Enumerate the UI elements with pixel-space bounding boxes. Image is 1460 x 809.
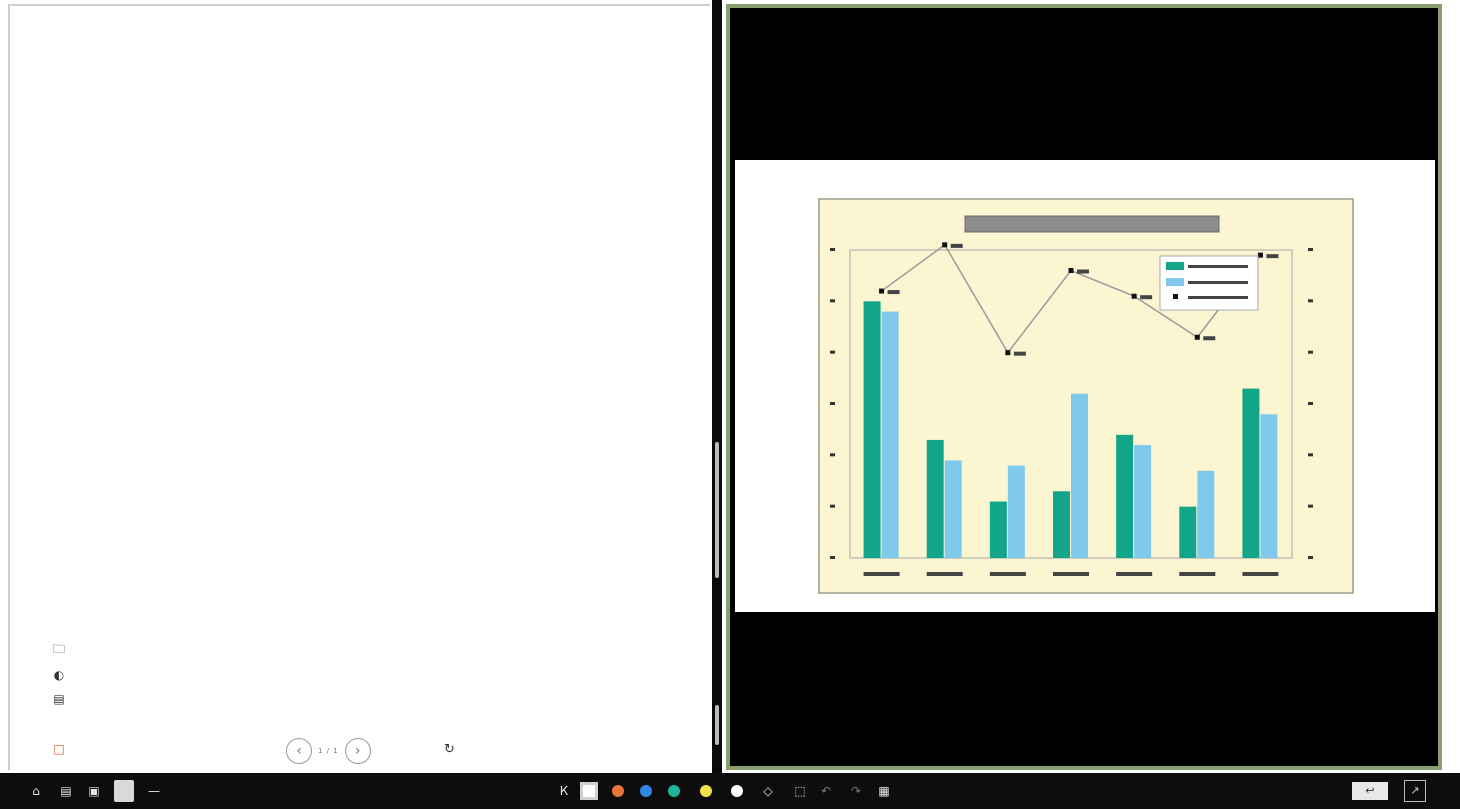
document-icon[interactable] — [114, 780, 134, 802]
legend-label-series3 — [1188, 296, 1248, 299]
bar-series1 — [863, 301, 881, 558]
bar-series1 — [1242, 388, 1260, 558]
fullscreen-icon[interactable]: ↗ — [1404, 780, 1426, 802]
line-point — [1068, 268, 1074, 274]
x-tick-label — [926, 572, 963, 576]
split-divider[interactable] — [712, 0, 722, 773]
color-white[interactable] — [731, 785, 743, 797]
divider-handle-lower[interactable] — [715, 705, 719, 745]
y-tick-label-left — [830, 402, 835, 405]
whiteboard-canvas[interactable]: 🗀 ◐ ▤ □ ‹ 1 / 1 › ↻ — [8, 4, 710, 770]
line-point — [1194, 334, 1200, 340]
data-label — [950, 243, 963, 248]
chart-frame — [818, 198, 1354, 594]
y-tick-label-right — [1308, 402, 1313, 405]
legend-swatch-series3 — [1173, 294, 1178, 299]
next-page-button[interactable]: › — [344, 738, 371, 764]
data-label — [1013, 351, 1026, 356]
divider-handle[interactable] — [715, 442, 719, 578]
y-tick-label-left — [830, 453, 835, 457]
bar-series1 — [1179, 506, 1197, 558]
x-tick-label — [863, 572, 900, 576]
y-tick-label-right — [1308, 453, 1313, 457]
data-label — [1266, 254, 1279, 259]
x-tick-label — [1179, 572, 1216, 576]
x-tick-label — [1242, 572, 1279, 576]
palette-icon[interactable]: ◐ — [52, 668, 66, 682]
bar-series1 — [989, 501, 1007, 558]
save-icon[interactable]: ▤ — [52, 692, 66, 706]
bar-series2 — [944, 460, 962, 558]
x-tick-label — [1053, 572, 1089, 576]
bar-series2 — [1071, 393, 1088, 558]
y-tick-label-right — [1308, 248, 1313, 251]
chevron-right-icon: › — [354, 743, 361, 759]
rotate-icon[interactable]: ↻ — [444, 742, 460, 758]
data-label — [1140, 295, 1153, 300]
y-tick-label-left — [830, 504, 835, 508]
square-icon[interactable] — [580, 782, 598, 800]
y-tick-label-right — [1308, 556, 1313, 559]
document-viewer — [726, 4, 1442, 770]
delete-icon[interactable]: ▦ — [876, 783, 892, 799]
page-indicator: 1 / 1 — [318, 747, 339, 755]
app-window: 🗀 ◐ ▤ □ ‹ 1 / 1 › ↻ ⌂ ▤ ▣ — К ◇ ⬚ ↶ ↷ ▦ … — [0, 0, 1460, 809]
prev-page-button[interactable]: ‹ — [286, 738, 312, 764]
y-tick-label-left — [830, 248, 835, 251]
line-point — [1257, 252, 1263, 258]
minus-icon[interactable]: — — [146, 783, 162, 799]
slide-page — [735, 160, 1435, 612]
bar-series1 — [926, 439, 944, 558]
legend-label-series2 — [1188, 281, 1248, 284]
line-point — [1005, 350, 1011, 356]
x-tick-label — [989, 572, 1026, 576]
color-blue[interactable] — [640, 785, 652, 797]
bar-series2 — [1197, 470, 1215, 558]
bar-series2 — [1134, 445, 1152, 558]
x-tick-label — [1116, 572, 1153, 576]
eraser-icon[interactable]: ◇ — [760, 783, 776, 799]
y-tick-label-right — [1308, 299, 1313, 303]
data-label — [887, 290, 900, 295]
legend-swatch-series1 — [1166, 262, 1184, 270]
data-label — [1203, 336, 1216, 341]
legend-swatch-series2 — [1166, 278, 1184, 286]
camera-icon[interactable]: ▣ — [86, 783, 102, 799]
bar-series2 — [1260, 414, 1278, 558]
chart-title-block — [964, 215, 1220, 233]
page-navigator: ‹ 1 / 1 › — [286, 738, 371, 764]
line-point — [1131, 293, 1137, 299]
select-icon[interactable]: ⬚ — [792, 783, 808, 799]
bar-series1 — [1053, 491, 1070, 558]
color-orange[interactable] — [612, 785, 624, 797]
color-teal[interactable] — [668, 785, 680, 797]
y-tick-label-right — [1308, 350, 1313, 354]
back-icon[interactable]: ↩ — [1352, 782, 1388, 800]
legend-label-series1 — [1188, 265, 1248, 268]
files-icon[interactable]: ▤ — [58, 783, 74, 799]
lasso-icon[interactable]: □ — [52, 742, 66, 756]
folder-icon[interactable]: 🗀 — [52, 642, 66, 656]
combo-chart — [830, 215, 1313, 576]
text-cursor-icon[interactable]: К — [556, 783, 572, 799]
color-yellow[interactable] — [700, 785, 712, 797]
data-label — [1077, 269, 1089, 274]
bar-series2 — [881, 311, 899, 558]
undo-icon[interactable]: ↶ — [818, 783, 834, 799]
y-tick-label-left — [830, 556, 835, 559]
line-point — [879, 288, 885, 294]
chevron-left-icon: ‹ — [296, 743, 302, 759]
bar-series2 — [1007, 465, 1025, 558]
bottom-taskbar: ⌂ ▤ ▣ — К ◇ ⬚ ↶ ↷ ▦ ↩ ↗ — [0, 773, 1460, 809]
redo-icon[interactable]: ↷ — [848, 783, 864, 799]
y-tick-label-right — [1308, 504, 1313, 508]
line-point — [942, 242, 948, 248]
home-icon[interactable]: ⌂ — [28, 783, 44, 799]
y-tick-label-left — [830, 299, 835, 303]
bar-series1 — [1116, 434, 1134, 558]
y-tick-label-left — [830, 350, 835, 354]
